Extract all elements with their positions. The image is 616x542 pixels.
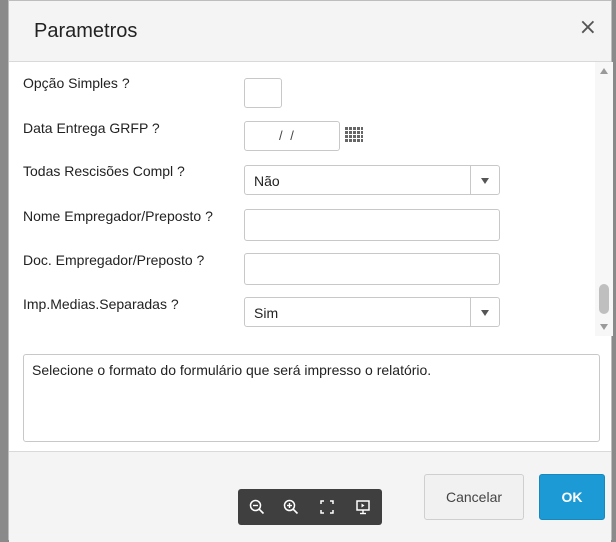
dialog-footer: Cancelar OK: [9, 451, 611, 542]
dialog-header: Parametros ×: [9, 1, 611, 62]
param-label-doc-empregador: Doc. Empregador/Preposto ?: [23, 252, 205, 268]
doc-empregador-input[interactable]: [244, 253, 500, 285]
zoom-toolbar: [238, 489, 382, 525]
scroll-down-icon[interactable]: [600, 324, 608, 330]
dialog-title: Parametros: [34, 20, 138, 42]
todas-rescisoes-select[interactable]: Não: [244, 165, 500, 195]
imp-medias-select[interactable]: Sim: [244, 297, 500, 327]
select-value: Não: [254, 173, 280, 189]
close-icon[interactable]: ×: [579, 17, 597, 39]
calendar-icon[interactable]: [345, 127, 363, 143]
param-label-data-entrega: Data Entrega GRFP ?: [23, 120, 160, 136]
presentation-icon[interactable]: [354, 498, 372, 516]
scroll-up-icon[interactable]: [600, 68, 608, 74]
data-entrega-date-field[interactable]: / /: [244, 121, 340, 151]
zoom-out-icon[interactable]: [248, 498, 266, 516]
ok-button[interactable]: OK: [539, 474, 605, 520]
chevron-down-icon[interactable]: [470, 166, 499, 194]
param-label-imp-medias: Imp.Medias.Separadas ?: [23, 296, 179, 312]
cancel-button[interactable]: Cancelar: [424, 474, 524, 520]
select-value: Sim: [254, 305, 279, 321]
opcao-simples-checkbox[interactable]: [244, 78, 282, 108]
parametros-dialog: Parametros × Opção Simples ? Data Entreg…: [8, 0, 613, 542]
vertical-scrollbar[interactable]: [595, 62, 613, 336]
chevron-down-icon[interactable]: [470, 298, 499, 326]
parameters-panel[interactable]: Opção Simples ? Data Entrega GRFP ? / / …: [9, 62, 613, 336]
date-placeholder: / /: [279, 128, 296, 143]
scrollbar-thumb[interactable]: [599, 284, 609, 314]
fit-screen-icon[interactable]: [318, 498, 336, 516]
param-label-nome-empregador: Nome Empregador/Preposto ?: [23, 208, 213, 224]
param-label-opcao-simples: Opção Simples ?: [23, 75, 130, 91]
help-text-box: Selecione o formato do formulário que se…: [23, 354, 600, 442]
zoom-in-icon[interactable]: [282, 498, 300, 516]
param-label-todas-rescisoes: Todas Rescisões Compl ?: [23, 163, 185, 179]
nome-empregador-input[interactable]: [244, 209, 500, 241]
